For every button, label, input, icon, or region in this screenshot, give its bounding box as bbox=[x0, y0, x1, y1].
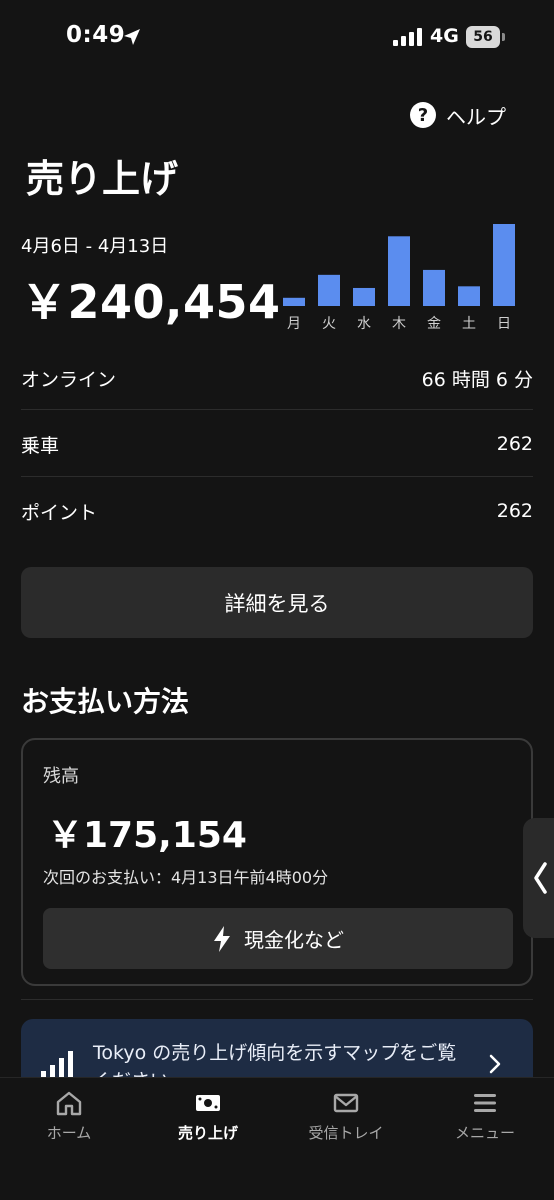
divider bbox=[21, 999, 533, 1000]
nav-inbox[interactable]: 受信トレイ bbox=[286, 1090, 406, 1143]
earnings-icon bbox=[196, 1095, 220, 1111]
total-earnings: ￥240,454 bbox=[21, 275, 281, 329]
bar-2[interactable] bbox=[353, 287, 375, 306]
bar-3[interactable] bbox=[388, 236, 410, 306]
stat-row-online: オンライン 66 時間 6 分 bbox=[21, 358, 533, 398]
tick-label-0: 月 bbox=[287, 316, 301, 332]
cashout-label: 現金化など bbox=[244, 928, 344, 952]
tick-label-1: 火 bbox=[322, 316, 336, 332]
cashout-button[interactable]: 現金化など bbox=[43, 908, 513, 969]
nav-label: メニュー bbox=[454, 1124, 515, 1142]
mail-icon bbox=[333, 1093, 359, 1113]
bar-5[interactable] bbox=[458, 286, 480, 306]
status-time: 0:49 bbox=[66, 22, 126, 48]
help-label: ヘルプ bbox=[446, 104, 506, 129]
question-circle-icon: ? bbox=[410, 102, 436, 128]
stat-value: 262 bbox=[496, 500, 533, 522]
menu-icon bbox=[474, 1094, 496, 1112]
home-icon bbox=[56, 1091, 82, 1116]
nav-label: ホーム bbox=[46, 1124, 92, 1142]
help-button[interactable]: ? ヘルプ bbox=[410, 98, 506, 132]
tick-label-6: 日 bbox=[497, 316, 511, 332]
stat-row-points: ポイント 262 bbox=[21, 491, 533, 531]
tick-label-2: 水 bbox=[357, 316, 371, 332]
stat-value: 66 時間 6 分 bbox=[421, 368, 533, 391]
view-details-button[interactable]: 詳細を見る bbox=[21, 567, 533, 638]
balance-card: 残高 ￥175,154 次回のお支払い：4月13日午前4時00分 現金化など bbox=[21, 738, 533, 986]
bottom-navigation: ホーム 売り上げ 受信トレイ メニュー bbox=[0, 1077, 554, 1200]
stat-label: 乗車 bbox=[21, 434, 60, 457]
page-title: 売り上げ bbox=[26, 157, 179, 201]
nav-home[interactable]: ホーム bbox=[9, 1090, 129, 1143]
stat-row-rides: 乗車 262 bbox=[21, 424, 533, 464]
battery-icon: 56 bbox=[466, 26, 500, 48]
battery-tip bbox=[502, 33, 505, 41]
side-drawer-handle[interactable] bbox=[523, 818, 554, 938]
tick-label-5: 土 bbox=[462, 316, 476, 332]
nav-label: 売り上げ bbox=[177, 1124, 238, 1142]
nav-label: 受信トレイ bbox=[308, 1124, 384, 1142]
network-type: 4G bbox=[430, 25, 459, 47]
bar-6[interactable] bbox=[493, 224, 515, 306]
location-arrow-icon bbox=[124, 29, 140, 45]
weekly-earnings-chart[interactable]: 月火水木金土日 bbox=[280, 214, 520, 334]
nav-earnings[interactable]: 売り上げ bbox=[148, 1090, 268, 1143]
lightning-bolt-icon bbox=[214, 925, 230, 952]
payment-section-title: お支払い方法 bbox=[21, 685, 190, 718]
date-range: 4月6日 - 4月13日 bbox=[21, 236, 169, 257]
bar-1[interactable] bbox=[318, 274, 340, 306]
chevron-left-icon bbox=[534, 862, 547, 894]
chevron-right-icon bbox=[489, 1054, 501, 1074]
divider bbox=[21, 476, 533, 477]
next-payment-text: 次回のお支払い：4月13日午前4時00分 bbox=[43, 868, 329, 887]
bar-0[interactable] bbox=[283, 297, 305, 306]
balance-label: 残高 bbox=[43, 766, 79, 787]
bar-chart-icon bbox=[41, 1051, 73, 1079]
cellular-signal-icon bbox=[393, 28, 422, 46]
balance-amount: ￥175,154 bbox=[47, 815, 247, 856]
tick-label-3: 木 bbox=[392, 316, 406, 332]
nav-menu[interactable]: メニュー bbox=[425, 1090, 545, 1143]
divider bbox=[21, 409, 533, 410]
status-bar: 0:49 4G 56 bbox=[0, 0, 554, 76]
tick-label-4: 金 bbox=[427, 316, 441, 332]
stat-value: 262 bbox=[496, 433, 533, 455]
stat-label: ポイント bbox=[21, 501, 98, 524]
stat-label: オンライン bbox=[21, 368, 117, 391]
bar-4[interactable] bbox=[423, 269, 445, 306]
